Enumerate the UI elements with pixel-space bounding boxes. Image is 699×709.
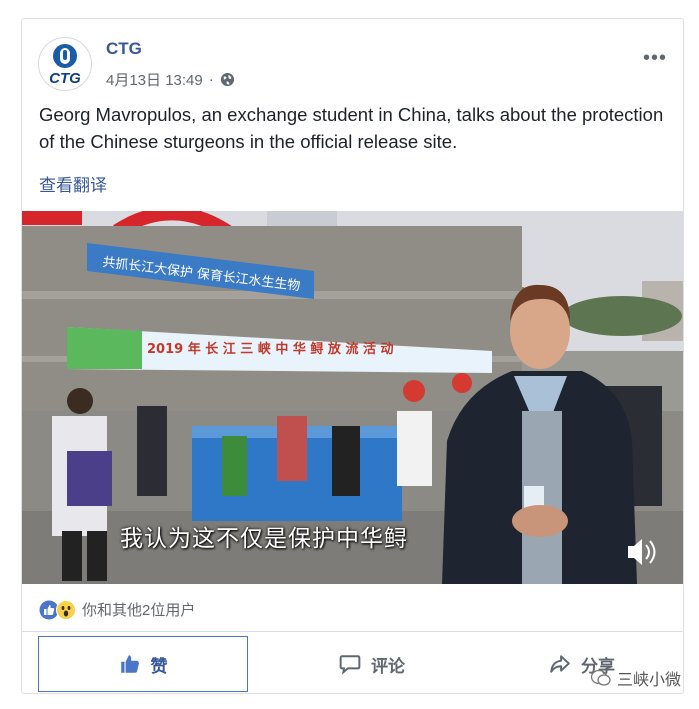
post-meta: 4月13日 13:49 · — [106, 69, 235, 90]
ctg-logo-icon — [53, 44, 77, 68]
more-options-button[interactable]: ••• — [643, 47, 667, 70]
post-timestamp[interactable]: 4月13日 13:49 — [106, 69, 203, 90]
video-player[interactable]: 共抓长江大保护 保育长江水生生物 2019 年 长 江 三 峡 中 华 鲟 放 … — [22, 211, 683, 584]
wow-reaction-icon — [56, 599, 76, 620]
comment-icon — [339, 655, 361, 675]
thumbs-up-icon — [120, 655, 139, 673]
share-icon — [550, 655, 570, 673]
reaction-count-text: 你和其他2位用户 — [82, 602, 196, 619]
reactions-summary[interactable]: 你和其他2位用户 — [39, 599, 195, 620]
page-avatar[interactable]: CTG — [38, 37, 92, 91]
watermark: 三峡小微 — [590, 666, 681, 690]
action-bar: 赞 评论 分享 — [22, 631, 683, 695]
comment-label: 评论 — [371, 656, 405, 676]
post-card: CTG CTG 4月13日 13:49 · ••• Georg Mavropul… — [21, 18, 684, 694]
meta-separator: · — [208, 71, 214, 88]
banner-main-text: 2019 年 长 江 三 峡 中 华 鲟 放 流 活 动 — [147, 341, 394, 357]
like-label: 赞 — [150, 656, 168, 676]
globe-icon[interactable] — [220, 72, 235, 87]
avatar-logo-text: CTG — [49, 70, 81, 87]
watermark-text: 三峡小微 — [616, 672, 681, 689]
post-text: Georg Mavropulos, an exchange student in… — [39, 104, 664, 152]
page-name-link[interactable]: CTG — [106, 39, 142, 59]
like-button[interactable]: 赞 — [38, 636, 248, 692]
post-header: CTG CTG 4月13日 13:49 · ••• — [38, 33, 671, 93]
video-subtitle: 我认为这不仅是保护中华鲟 — [120, 526, 408, 552]
wechat-icon — [590, 669, 611, 686]
see-translation-link[interactable]: 查看翻译 — [39, 171, 107, 196]
comment-button[interactable]: 评论 — [277, 636, 467, 692]
